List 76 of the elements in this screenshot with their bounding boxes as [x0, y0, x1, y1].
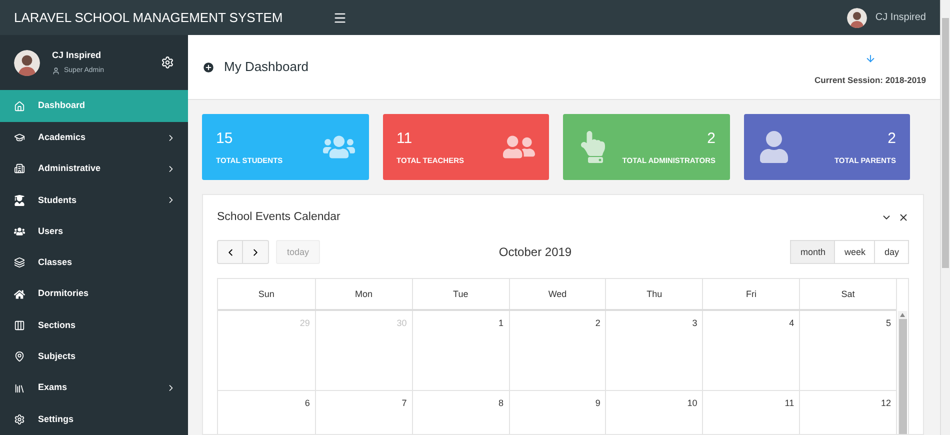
session-label: Current Session: 2018-2019 [814, 74, 926, 87]
sidebar-label: Dormitories [38, 287, 89, 300]
sidebar-label: Subjects [38, 350, 76, 363]
weekday-header: Thu [605, 279, 702, 310]
calendar-month: October 2019 [498, 244, 573, 262]
user-avatar [847, 8, 868, 28]
map-pin-icon [14, 351, 25, 362]
sidebar-label: Users [38, 224, 64, 238]
graduation-cap-icon [14, 132, 25, 144]
weekday-header: Wed [508, 279, 606, 310]
sidebar-item[interactable]: Dormitories [0, 278, 188, 310]
sidebar-item[interactable]: Exams [0, 372, 188, 404]
weekday-header: Fri [702, 279, 800, 310]
user-name[interactable]: CJ Inspired [875, 10, 926, 25]
arrow-down-icon[interactable] [864, 53, 876, 64]
house-icon [14, 288, 25, 300]
sidebar-item[interactable]: Administrative [0, 153, 188, 185]
scrollbar[interactable] [940, 0, 950, 435]
day-cell[interactable]: 11 [702, 391, 800, 434]
day-cell[interactable]: 12 [799, 391, 896, 434]
stacked-windows-icon [14, 257, 25, 268]
sidebar-item[interactable]: Sections [0, 310, 188, 342]
day-cell[interactable]: 5 [799, 311, 896, 390]
sidebar-label: Students [38, 194, 77, 207]
day-cell[interactable]: 6 [218, 391, 315, 434]
sidebar-item[interactable]: Users [0, 216, 188, 248]
view-tab[interactable]: week [835, 240, 876, 264]
sidebar-label: Classes [38, 256, 72, 270]
sidebar-item[interactable]: Students [0, 184, 188, 216]
sidebar-item[interactable]: Classes [0, 247, 188, 279]
user-avatar [14, 50, 40, 76]
student-icon [14, 194, 25, 206]
user-icon [52, 66, 60, 75]
scrollbar[interactable] [898, 311, 907, 434]
sidebar-label: Exams [38, 381, 68, 394]
stat-value: 2 [888, 128, 896, 149]
day-cell[interactable]: 10 [605, 391, 702, 434]
sidebar-label: Administrative [38, 162, 101, 176]
stat-value: 11 [396, 128, 412, 149]
plus-circle-icon [202, 60, 215, 74]
day-cell[interactable]: 3 [605, 311, 702, 390]
view-tab[interactable]: day [875, 240, 909, 264]
sidebar-label: Settings [38, 412, 74, 426]
sidebar-item[interactable]: Subjects [0, 341, 188, 372]
house-icon [14, 100, 25, 112]
stat-value: 2 [707, 128, 716, 149]
books-icon [14, 382, 25, 394]
sidebar-item[interactable]: Settings [0, 404, 188, 435]
building-icon [14, 163, 25, 174]
sidebar-label: Sections [38, 318, 76, 332]
day-cell[interactable]: 8 [412, 391, 509, 434]
sidebar-label: Academics [38, 130, 86, 144]
day-cell[interactable]: 4 [702, 311, 800, 390]
close-icon[interactable] [898, 212, 909, 224]
menu-button[interactable] [332, 10, 347, 24]
brand-title: LARAVEL SCHOOL MANAGEMENT SYSTEM [14, 8, 283, 27]
weekday-header: Mon [314, 279, 412, 310]
weekday-header: Sun [257, 288, 276, 300]
stat-value: 15 [216, 128, 233, 149]
users-icon [14, 226, 25, 238]
day-cell[interactable]: 7 [314, 391, 412, 434]
day-cell[interactable]: 1 [412, 311, 509, 390]
sidebar-item[interactable]: Academics [0, 122, 188, 154]
page-title: My Dashboard [224, 58, 309, 76]
view-tab[interactable]: month [790, 240, 836, 264]
sidebar-label: Dashboard [38, 99, 86, 112]
weekday-header: Sat [799, 279, 896, 310]
user-name: CJ Inspired [52, 49, 102, 62]
columns-icon [14, 320, 25, 331]
settings-icon[interactable] [161, 56, 174, 70]
weekday-header: Tue [412, 279, 509, 310]
user-icon [758, 131, 790, 163]
day-cell[interactable]: 2 [508, 311, 606, 390]
gear-icon [14, 414, 25, 425]
panel-title: School Events Calendar [217, 210, 340, 225]
day-cell[interactable]: 9 [508, 391, 606, 434]
